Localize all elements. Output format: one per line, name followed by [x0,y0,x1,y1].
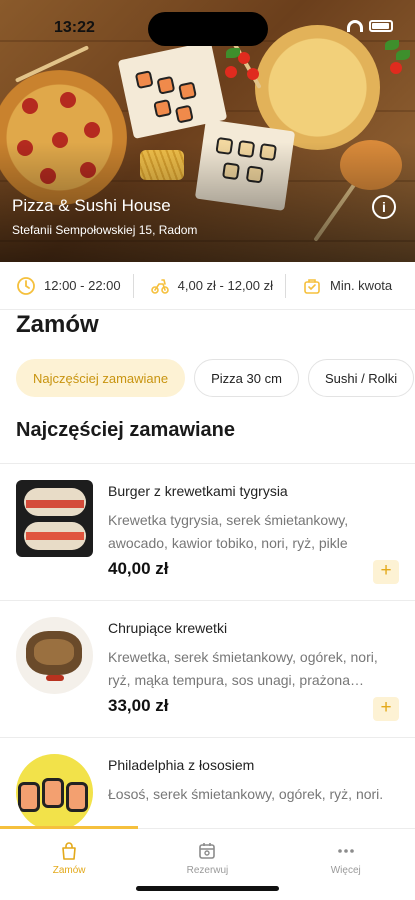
status-time: 13:22 [54,19,95,36]
product-price: 40,00 zł [108,559,169,578]
info-icon[interactable]: i [372,195,396,219]
product-name: Philadelphia z łososiem [108,757,255,773]
category-tab-sushi[interactable]: Sushi / Rolki [307,359,415,397]
more-icon [337,849,354,853]
product-price: 33,00 zł [108,696,169,715]
opening-hours: 12:00 - 22:00 [0,274,133,298]
product-image [16,617,93,694]
scooter-icon [150,278,169,294]
add-to-cart-button[interactable]: + [373,560,399,584]
category-tabs: Najczęściej zamawiane Pizza 30 cm Sushi … [16,359,415,397]
basket-icon [304,278,320,294]
product-name: Chrupiące krewetki [108,620,228,636]
hero-banner: 13:22 Pizza & Sushi House Stefanii Sempo… [0,0,415,262]
tab-more[interactable]: Więcej [277,829,415,900]
tab-more-label: Więcej [330,865,361,876]
product-description: Krewetka, serek śmietankowy, ogórek, nor… [108,649,378,688]
minimum-order: Min. kwota [285,273,404,298]
product-card[interactable]: Chrupiące krewetki Krewetka, serek śmiet… [0,601,415,737]
tab-order[interactable]: Zamów [0,829,138,900]
restaurant-name: Pizza & Sushi House [12,196,171,215]
battery-icon [369,20,393,32]
calendar-icon [199,843,216,859]
active-tab-indicator [0,826,138,829]
restaurant-address: Stefanii Sempołowskiej 15, Radom [12,223,198,237]
camera-notch [148,12,268,46]
list-heading: Najczęściej zamawiane [16,419,236,441]
product-description: Krewetka tygrysia, serek śmietankowy, aw… [108,512,349,551]
product-image [16,480,93,557]
opening-hours-text: 12:00 - 22:00 [44,278,121,293]
tab-order-label: Zamów [52,865,86,876]
status-icons [347,20,393,32]
clock-icon [17,276,35,295]
wifi-icon [347,20,363,32]
tab-reserve-label: Rezerwuj [186,865,229,876]
product-image [16,754,93,831]
minimum-order-text: Min. kwota [330,278,393,293]
category-tab-most-ordered[interactable]: Najczęściej zamawiane [16,359,186,397]
product-description: Łosoś, serek śmietankowy, ogórek, ryż, n… [108,786,384,802]
bag-icon [62,842,76,860]
delivery-cost: 4,00 zł - 12,00 zł [132,273,285,298]
home-indicator [136,886,279,891]
info-strip: 12:00 - 22:00 4,00 zł - 12,00 zł Min. kw… [0,262,415,310]
page-title: Zamów [16,311,99,338]
category-tab-pizza[interactable]: Pizza 30 cm [194,359,299,397]
product-card[interactable]: Burger z krewetkami tygrysia Krewetka ty… [0,464,415,600]
delivery-cost-text: 4,00 zł - 12,00 zł [177,278,274,293]
product-name: Burger z krewetkami tygrysia [108,483,288,499]
add-to-cart-button[interactable]: + [373,697,399,721]
